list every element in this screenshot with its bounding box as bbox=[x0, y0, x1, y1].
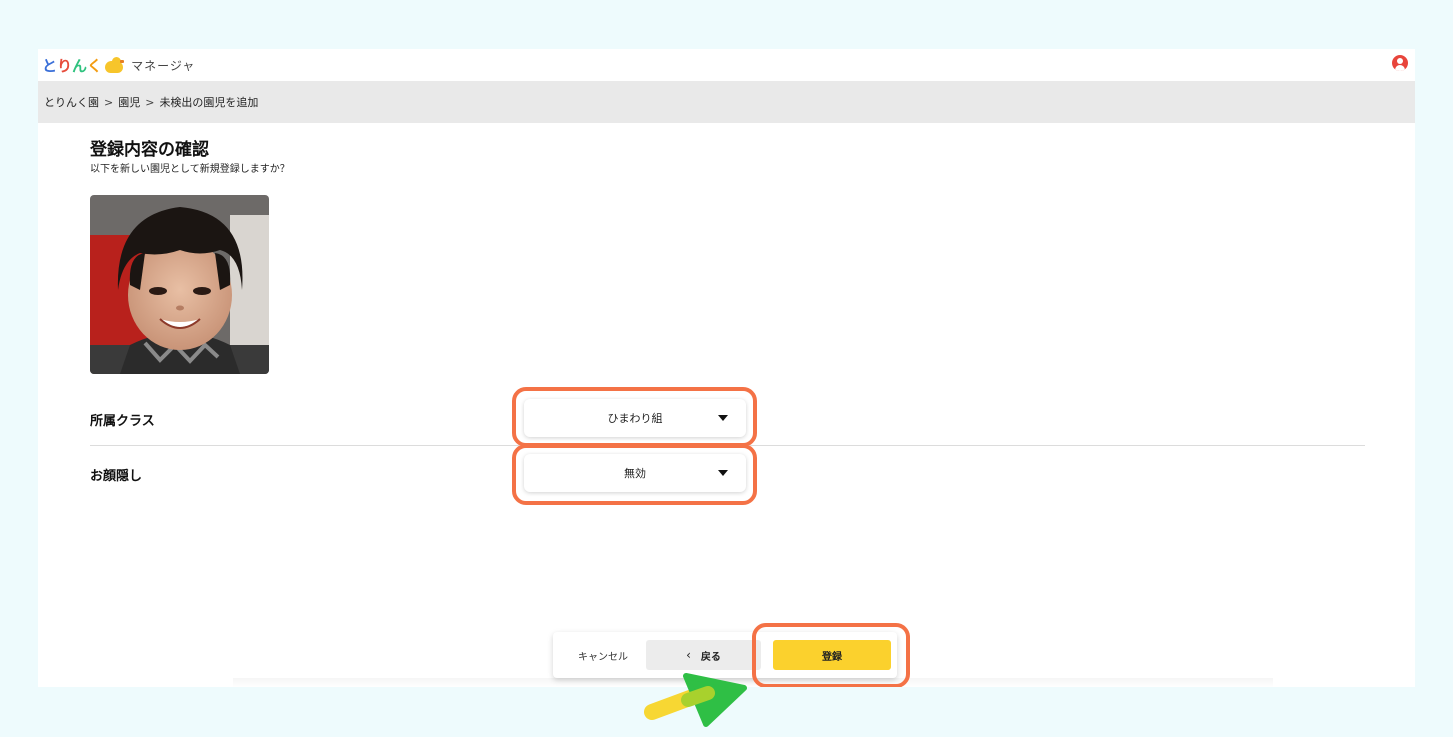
brand-mark-icon bbox=[644, 673, 747, 727]
page-subtitle: 以下を新しい園児として新規登録しますか？ bbox=[90, 164, 290, 175]
highlight-frame bbox=[752, 623, 910, 687]
class-label: 所属クラス bbox=[90, 414, 155, 429]
app-window: と り ん く マネージャ とりんく園 > 園児 > 未検出の園児を追加 登録内… bbox=[38, 49, 1415, 687]
chevron-left-icon: ‹ bbox=[686, 648, 691, 662]
logo-char: ん bbox=[72, 56, 88, 75]
back-button-label: 戻る bbox=[700, 651, 721, 663]
top-bar: と り ん く マネージャ bbox=[38, 49, 1415, 81]
class-select-value: ひまわり組 bbox=[607, 412, 663, 425]
breadcrumb-separator-icon: > bbox=[145, 95, 155, 109]
logo-char: く bbox=[87, 56, 103, 75]
breadcrumb: とりんく園 > 園児 > 未検出の園児を追加 bbox=[38, 81, 1415, 123]
face-hide-select[interactable]: 無効 bbox=[524, 454, 746, 492]
app-logo[interactable]: と り ん く bbox=[42, 55, 125, 76]
back-button[interactable]: ‹ 戻る bbox=[646, 640, 761, 670]
duck-icon bbox=[105, 57, 125, 73]
face-hide-label: お顔隠し bbox=[90, 469, 143, 484]
face-hide-select-value: 無効 bbox=[624, 467, 646, 480]
breadcrumb-item-home[interactable]: とりんく園 bbox=[44, 94, 99, 110]
caret-down-icon bbox=[718, 415, 728, 421]
logo-char: と bbox=[42, 56, 58, 75]
child-photo bbox=[90, 195, 269, 374]
page-title: 登録内容の確認 bbox=[90, 140, 209, 160]
logo-char: り bbox=[57, 56, 73, 75]
class-select[interactable]: ひまわり組 bbox=[524, 399, 746, 437]
breadcrumb-separator-icon: > bbox=[104, 95, 114, 109]
breadcrumb-item-current: 未検出の園児を追加 bbox=[159, 96, 259, 109]
cancel-button[interactable]: キャンセル bbox=[563, 640, 643, 670]
app-name: マネージャ bbox=[131, 58, 196, 73]
caret-down-icon bbox=[718, 470, 728, 476]
breadcrumb-item-children[interactable]: 園児 bbox=[118, 94, 140, 110]
user-circle-icon[interactable] bbox=[1392, 55, 1408, 71]
